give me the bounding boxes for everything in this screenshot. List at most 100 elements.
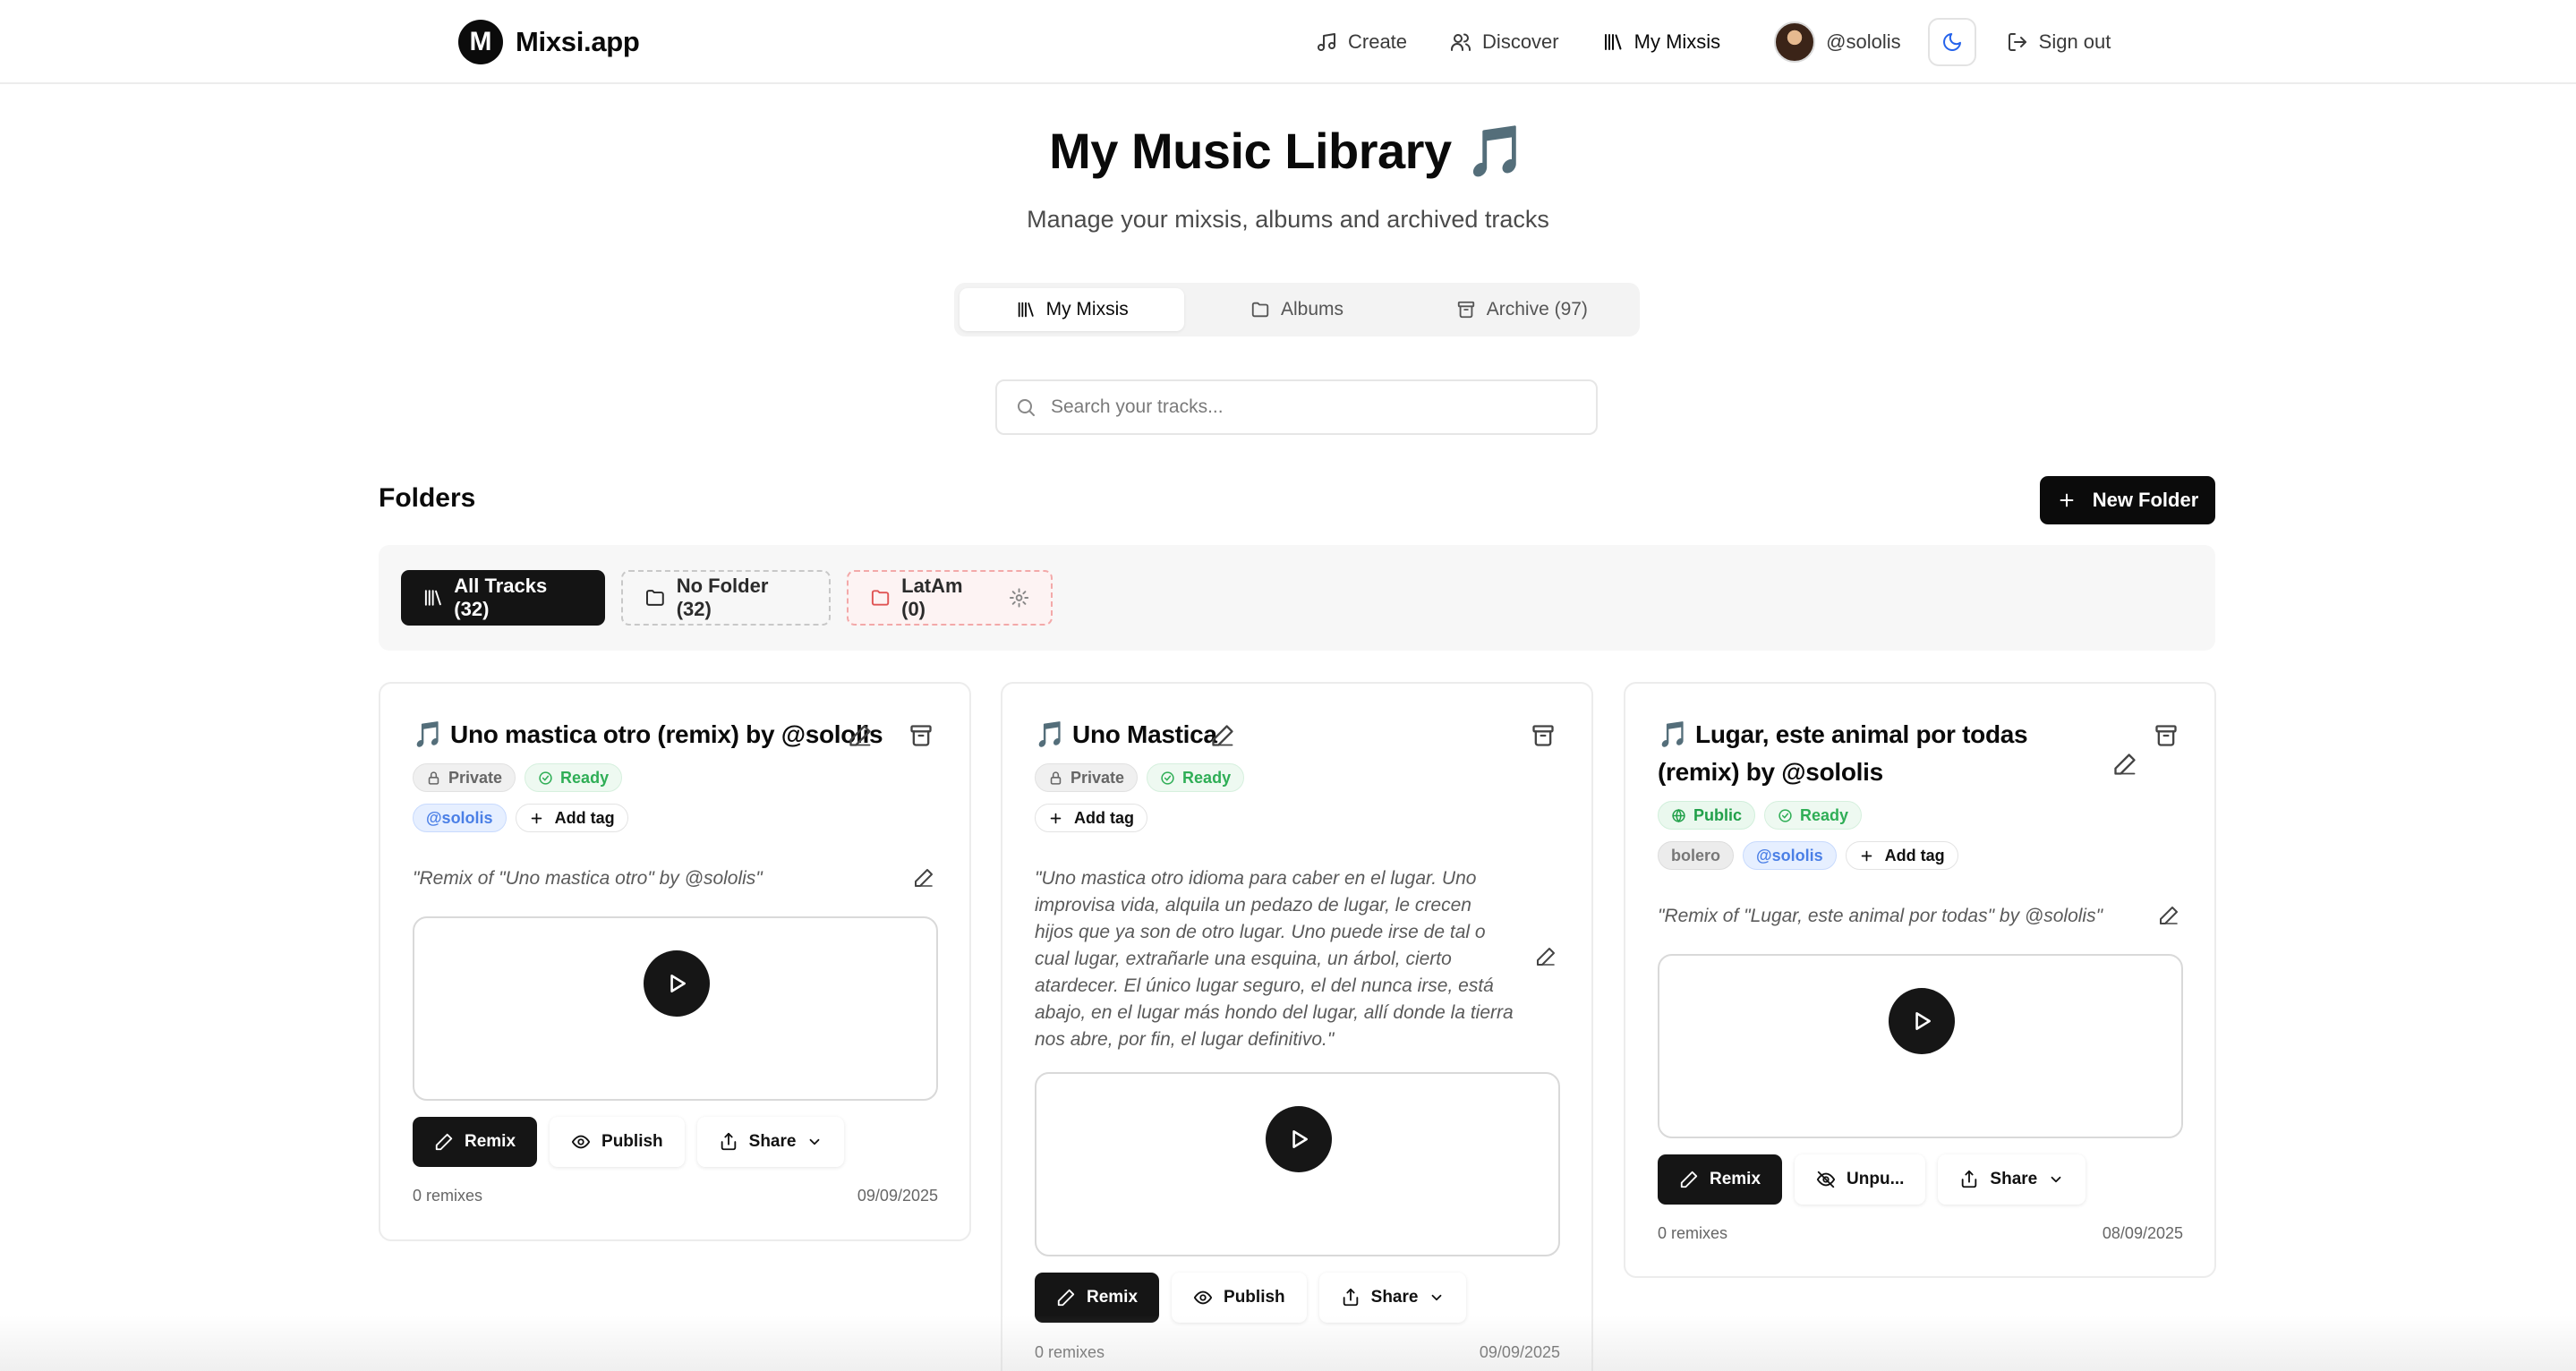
play-button[interactable] — [1889, 988, 1955, 1054]
folder-chip-no-folder[interactable]: No Folder (32) — [621, 570, 831, 626]
search-input[interactable] — [1051, 396, 1552, 418]
status-badge: Ready — [525, 763, 623, 792]
archive-button[interactable] — [908, 723, 934, 748]
remix-button[interactable]: Remix — [1035, 1273, 1160, 1323]
remix-count: 0 remixes — [413, 1187, 483, 1205]
top-navbar: M Mixsi.app Create Discover My Mixsis @s… — [0, 0, 2576, 84]
play-button[interactable] — [1266, 1106, 1332, 1172]
lock-icon — [1050, 771, 1062, 785]
nav-my-mixsis[interactable]: My Mixsis — [1602, 30, 1721, 54]
new-folder-button[interactable]: New Folder — [2040, 476, 2215, 524]
pencil-icon — [2114, 754, 2136, 775]
add-tag-label: Add tag — [554, 808, 615, 827]
tab-my-mixsis[interactable]: My Mixsis — [960, 288, 1185, 331]
play-button[interactable] — [644, 950, 710, 1017]
nav-discover-label: Discover — [1482, 30, 1559, 53]
brand-link[interactable]: M Mixsi.app — [458, 20, 640, 64]
theme-toggle-button[interactable] — [1927, 18, 1976, 66]
edit-title-button[interactable] — [848, 723, 873, 748]
publish-button[interactable]: Publish — [550, 1117, 685, 1167]
pencil-icon — [915, 869, 933, 887]
tab-albums[interactable]: Albums — [1184, 288, 1409, 331]
track-title: 🎵 Uno Mastica — [1035, 720, 1217, 748]
track-date: 09/09/2025 — [857, 1187, 938, 1205]
brand-logo: M — [458, 20, 503, 64]
tag-badge[interactable]: bolero — [1658, 841, 1735, 870]
pencil-icon — [1212, 725, 1233, 746]
archive-icon — [1532, 725, 1554, 746]
folder-filter-bar: All Tracks (32) No Folder (32) LatAm (0) — [379, 545, 2215, 651]
folder-chip-label: LatAm (0) — [901, 575, 963, 620]
share-button[interactable]: Share — [1318, 1273, 1467, 1323]
publish-button[interactable]: Publish — [1172, 1273, 1307, 1323]
users-icon — [1451, 33, 1471, 51]
tab-archive[interactable]: Archive (97) — [1410, 288, 1634, 331]
nav-create[interactable]: Create — [1316, 30, 1407, 54]
plus-icon — [1861, 850, 1872, 861]
music-note-icon — [1318, 33, 1335, 51]
edit-title-button[interactable] — [1210, 723, 1235, 748]
remix-button[interactable]: Remix — [413, 1117, 538, 1167]
share-icon — [721, 1132, 736, 1151]
share-button[interactable]: Share — [696, 1117, 845, 1167]
track-date: 09/09/2025 — [1479, 1343, 1560, 1361]
publish-label: Publish — [601, 1132, 663, 1151]
edit-description-button[interactable] — [913, 867, 934, 889]
plus-icon — [2060, 493, 2074, 507]
status-badge: Ready — [1764, 801, 1863, 830]
gear-icon[interactable] — [1009, 587, 1029, 609]
page-subtitle: Manage your mixsis, albums and archived … — [1027, 206, 1549, 233]
status-label: Ready — [1182, 768, 1232, 787]
add-tag-button[interactable]: Add tag — [1845, 841, 1958, 870]
add-tag-button[interactable]: Add tag — [1035, 804, 1147, 832]
track-description: "Remix of "Lugar, este animal por todas"… — [1658, 906, 2103, 926]
track-card: 🎵 Uno Mastica Private Ready Add tag "Uno… — [1001, 682, 1593, 1371]
check-circle-icon — [1778, 808, 1792, 822]
visibility-badge: Private — [413, 763, 516, 792]
chevron-down-icon — [2051, 1176, 2061, 1183]
edit-description-button[interactable] — [2158, 905, 2179, 926]
plus-icon — [531, 813, 542, 823]
status-label: Ready — [1800, 805, 1849, 824]
unpublish-label: Unpu... — [1847, 1170, 1905, 1188]
track-card: 🎵 Uno mastica otro (remix) by @sololis P… — [379, 682, 971, 1241]
share-button[interactable]: Share — [1938, 1154, 2086, 1205]
sign-out-label: Sign out — [2038, 30, 2111, 53]
archive-icon — [2155, 725, 2177, 746]
archive-button[interactable] — [2154, 723, 2179, 748]
check-circle-icon — [539, 771, 552, 785]
remix-label: Remix — [1710, 1170, 1761, 1188]
tag-badge[interactable]: @sololis — [413, 804, 507, 832]
library-icon — [1604, 34, 1622, 50]
share-icon — [1962, 1170, 1977, 1188]
track-title: 🎵 Lugar, este animal por todas (remix) b… — [1658, 720, 2028, 786]
tag-badge[interactable]: @sololis — [1743, 841, 1837, 870]
visibility-badge: Private — [1035, 763, 1139, 792]
pencil-icon — [435, 1133, 453, 1151]
folder-chip-latam[interactable]: LatAm (0) — [847, 570, 1053, 626]
unpublish-button[interactable]: Unpu... — [1795, 1154, 1926, 1205]
sign-out-button[interactable]: Sign out — [2007, 30, 2111, 54]
library-icon — [424, 590, 441, 606]
remix-button[interactable]: Remix — [1658, 1154, 1783, 1205]
folder-chip-all-tracks[interactable]: All Tracks (32) — [401, 570, 605, 626]
library-tabs: My Mixsis Albums Archive (97) — [954, 283, 1640, 336]
visibility-label: Private — [448, 768, 503, 787]
play-icon — [1292, 1130, 1308, 1148]
publish-label: Publish — [1224, 1288, 1285, 1307]
play-icon — [670, 975, 686, 992]
log-out-icon — [2008, 33, 2026, 51]
add-tag-button[interactable]: Add tag — [515, 804, 628, 832]
user-profile-link[interactable]: @sololis — [1774, 21, 1901, 63]
pencil-icon — [1537, 948, 1555, 966]
archive-button[interactable] — [1531, 723, 1556, 748]
chevron-down-icon — [1432, 1294, 1442, 1301]
nav-my-mixsis-label: My Mixsis — [1633, 30, 1721, 53]
add-tag-label: Add tag — [1884, 846, 1945, 864]
nav-discover[interactable]: Discover — [1450, 30, 1559, 54]
remix-count: 0 remixes — [1035, 1343, 1105, 1361]
add-tag-label: Add tag — [1074, 808, 1134, 827]
edit-description-button[interactable] — [1535, 946, 1557, 967]
pencil-icon — [1057, 1289, 1075, 1307]
edit-title-button[interactable] — [2112, 752, 2137, 777]
